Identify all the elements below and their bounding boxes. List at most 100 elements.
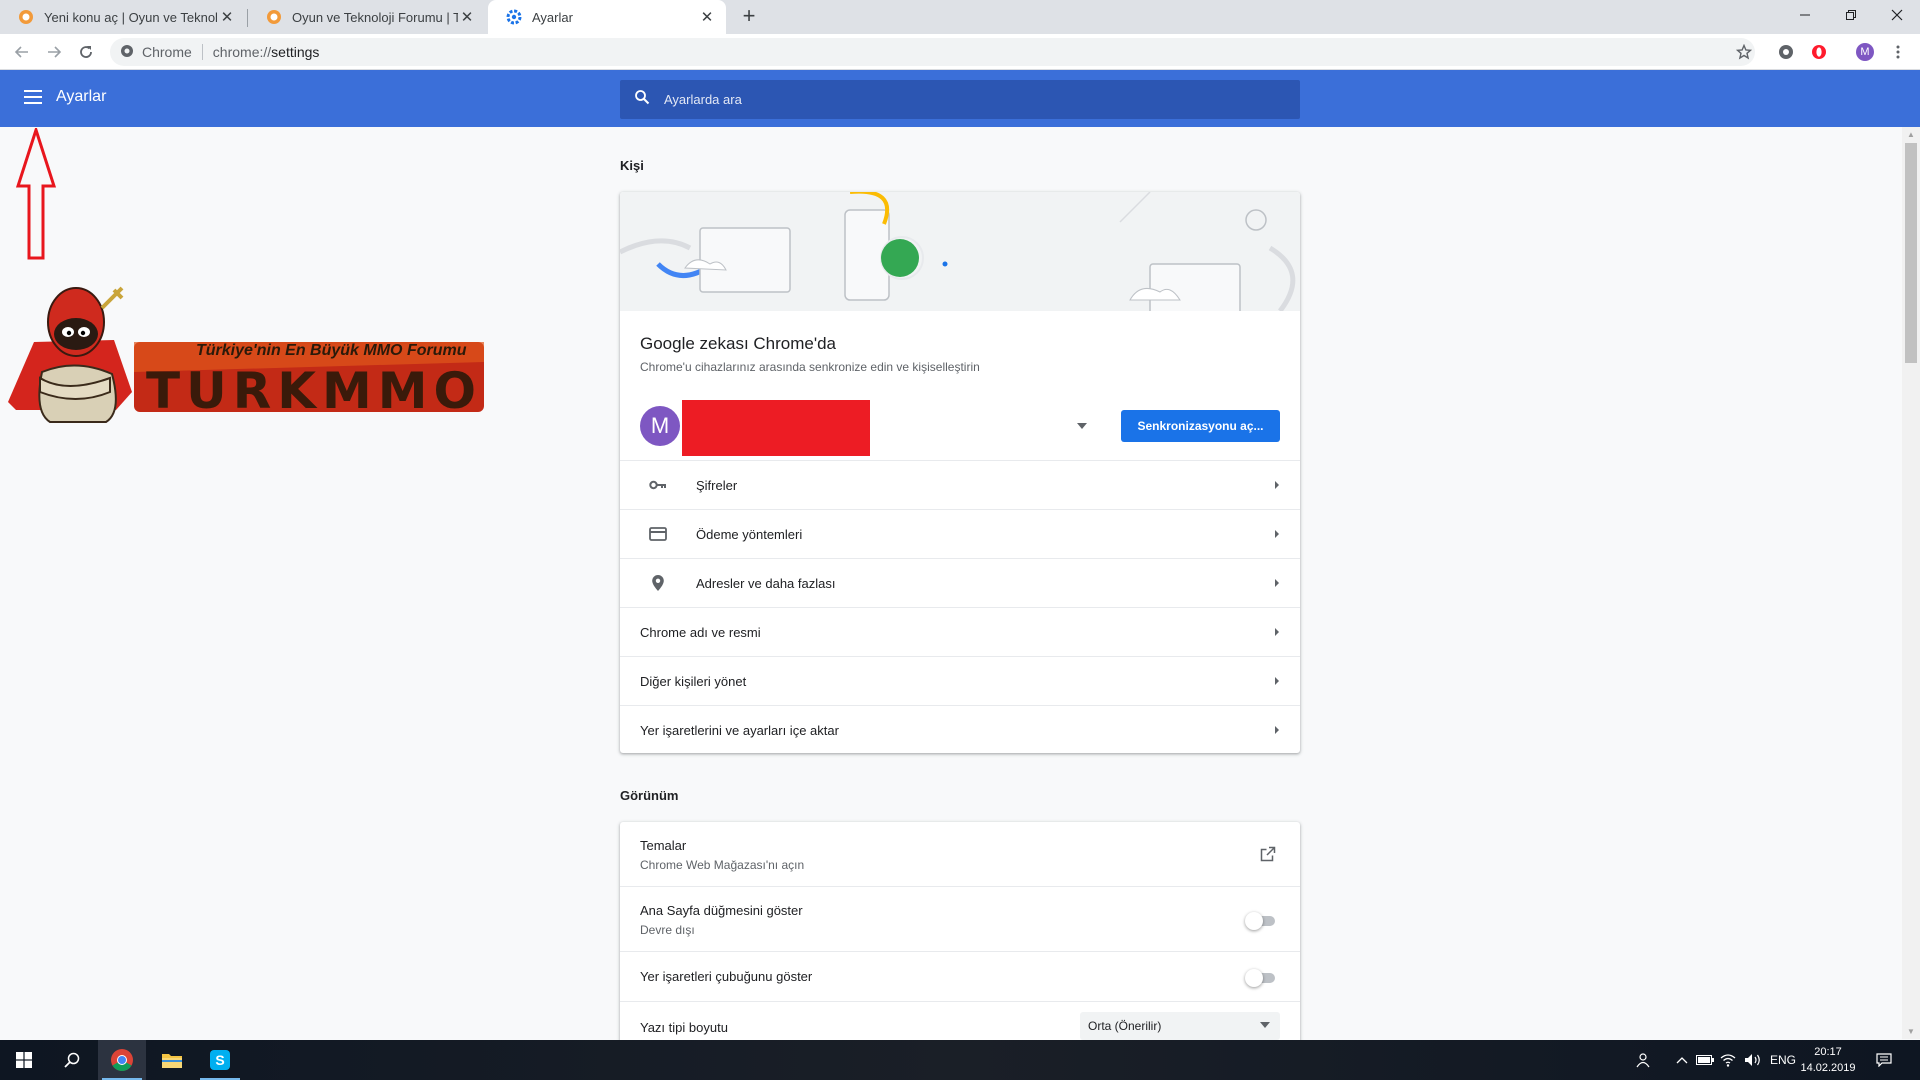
tab-title: Ayarlar bbox=[532, 9, 573, 25]
chevron-right-icon bbox=[1275, 579, 1279, 587]
settings-search-box[interactable] bbox=[620, 80, 1300, 119]
section-title-appearance: Görünüm bbox=[620, 788, 679, 803]
url-path: settings bbox=[271, 44, 320, 60]
appearance-card: Temalar Chrome Web Mağazası'nı açın Ana … bbox=[620, 822, 1300, 1052]
account-row: M Senkronizasyonu aç... bbox=[620, 400, 1300, 456]
account-dropdown-caret-icon[interactable] bbox=[1074, 418, 1090, 434]
sync-promo-subtitle: Chrome'u cihazlarınız arasında senkroniz… bbox=[640, 360, 980, 374]
row-addresses[interactable]: Adresler ve daha fazlası bbox=[620, 558, 1300, 607]
input-language[interactable]: ENG bbox=[1770, 1040, 1796, 1080]
chevron-right-icon bbox=[1275, 677, 1279, 685]
row-bookmarks-bar[interactable]: Yer işaretleri çubuğunu göster bbox=[620, 951, 1300, 1001]
row-payment-methods[interactable]: Ödeme yöntemleri bbox=[620, 509, 1300, 558]
tab-settings[interactable]: Ayarlar ✕ bbox=[488, 0, 726, 34]
clock-date: 14.02.2019 bbox=[1800, 1062, 1856, 1074]
chevron-down-icon bbox=[1260, 1022, 1270, 1028]
tab-close-icon[interactable]: ✕ bbox=[218, 8, 236, 26]
extension-icon[interactable] bbox=[1776, 42, 1796, 62]
annotation-up-arrow-icon bbox=[15, 125, 57, 267]
page-title: Ayarlar bbox=[56, 88, 107, 105]
scroll-down-icon[interactable]: ▼ bbox=[1907, 1027, 1915, 1036]
row-import-bookmarks[interactable]: Yer işaretlerini ve ayarları içe aktar bbox=[620, 705, 1300, 754]
row-label: Yer işaretlerini ve ayarları içe aktar bbox=[640, 722, 839, 738]
tab-forum[interactable]: Oyun ve Teknoloji Forumu | Turk ✕ bbox=[248, 0, 486, 34]
tab-strip: Yeni konu aç | Oyun ve Teknoloji ✕ Oyun … bbox=[0, 0, 1920, 34]
sync-promo-heading: Google zekası Chrome'da bbox=[640, 334, 837, 353]
taskbar-skype-icon[interactable]: S bbox=[196, 1040, 244, 1080]
secure-chip-label: Chrome bbox=[142, 44, 203, 60]
volume-icon[interactable] bbox=[1744, 1040, 1762, 1080]
turkmmo-favicon-icon bbox=[266, 9, 282, 25]
credit-card-icon bbox=[648, 524, 668, 544]
tab-close-icon[interactable]: ✕ bbox=[698, 8, 716, 26]
taskbar-search-icon[interactable] bbox=[48, 1040, 96, 1080]
row-chrome-name-picture[interactable]: Chrome adı ve resmi bbox=[620, 607, 1300, 656]
settings-header: Ayarlar bbox=[0, 70, 1920, 127]
key-icon bbox=[648, 475, 668, 495]
tray-overflow-chevron-icon[interactable] bbox=[1676, 1040, 1688, 1080]
back-arrow-icon[interactable] bbox=[10, 40, 34, 64]
themes-title: Temalar bbox=[640, 838, 687, 853]
more-menu-icon[interactable] bbox=[1888, 42, 1908, 62]
scrollbar-thumb[interactable] bbox=[1905, 143, 1917, 363]
wifi-icon[interactable] bbox=[1720, 1040, 1736, 1080]
font-size-select[interactable]: Orta (Önerilir) bbox=[1080, 1012, 1280, 1040]
tab-new-topic[interactable]: Yeni konu aç | Oyun ve Teknoloji ✕ bbox=[0, 0, 246, 34]
row-home-button[interactable]: Ana Sayfa düğmesini göster Devre dışı bbox=[620, 886, 1300, 951]
chrome-page-icon bbox=[120, 44, 134, 61]
url-text[interactable]: chrome://settings bbox=[213, 44, 320, 60]
open-external-icon[interactable] bbox=[1260, 846, 1276, 865]
reload-icon[interactable] bbox=[74, 40, 98, 64]
account-avatar-letter: M bbox=[650, 413, 670, 438]
tab-title: Yeni konu aç | Oyun ve Teknoloji bbox=[44, 9, 218, 25]
action-center-icon[interactable] bbox=[1876, 1040, 1892, 1080]
windows-taskbar: S ENG 20:17 14.02.2019 bbox=[0, 1040, 1920, 1080]
hamburger-menu-icon[interactable] bbox=[24, 90, 42, 106]
profile-avatar[interactable]: M bbox=[1855, 42, 1875, 62]
turn-on-sync-button[interactable]: Senkronizasyonu aç... bbox=[1121, 410, 1280, 442]
close-window-icon[interactable] bbox=[1874, 0, 1920, 30]
home-button-status: Devre dışı bbox=[640, 923, 695, 937]
chevron-right-icon bbox=[1275, 628, 1279, 636]
bookmarks-bar-toggle[interactable] bbox=[1245, 968, 1275, 987]
restore-icon[interactable] bbox=[1828, 0, 1874, 30]
row-label: Şifreler bbox=[696, 477, 738, 493]
system-clock[interactable]: 20:17 14.02.2019 bbox=[1796, 1044, 1860, 1076]
bookmark-star-icon[interactable] bbox=[1734, 42, 1754, 62]
forward-arrow-icon[interactable] bbox=[42, 40, 66, 64]
chevron-right-icon bbox=[1275, 481, 1279, 489]
battery-icon[interactable] bbox=[1696, 1040, 1714, 1080]
person-card: Google zekası Chrome'da Chrome'u cihazla… bbox=[620, 192, 1300, 753]
turkmmo-logo: Türkiye'nin En Büyük MMO Forumu TURKMMO bbox=[6, 282, 486, 432]
section-title-person: Kişi bbox=[620, 158, 644, 173]
taskbar-chrome-icon[interactable] bbox=[98, 1040, 146, 1080]
settings-search-input[interactable] bbox=[664, 92, 1264, 107]
opera-extension-icon[interactable] bbox=[1809, 42, 1829, 62]
row-label: Diğer kişileri yönet bbox=[640, 673, 747, 689]
new-tab-plus-icon[interactable]: + bbox=[738, 5, 760, 28]
address-bar[interactable]: Chrome chrome://settings bbox=[110, 38, 1755, 66]
page-scrollbar[interactable]: ▲ ▼ bbox=[1902, 127, 1920, 1039]
row-passwords[interactable]: Şifreler bbox=[620, 460, 1300, 509]
tab-close-icon[interactable]: ✕ bbox=[458, 8, 476, 26]
row-manage-people[interactable]: Diğer kişileri yönet bbox=[620, 656, 1300, 705]
redacted-account-name bbox=[682, 400, 870, 456]
settings-gear-icon bbox=[506, 9, 522, 25]
scroll-up-icon[interactable]: ▲ bbox=[1907, 130, 1915, 139]
browser-toolbar: Chrome chrome://settings M bbox=[0, 34, 1920, 70]
logo-tagline: Türkiye'nin En Büyük MMO Forumu bbox=[196, 342, 467, 359]
font-size-value: Orta (Önerilir) bbox=[1088, 1019, 1162, 1033]
account-avatar: M bbox=[640, 406, 680, 446]
bookmarks-bar-title: Yer işaretleri çubuğunu göster bbox=[640, 969, 813, 984]
clock-time: 20:17 bbox=[1814, 1046, 1842, 1058]
people-icon[interactable] bbox=[1636, 1040, 1652, 1080]
home-button-toggle[interactable] bbox=[1245, 911, 1275, 930]
taskbar-file-explorer-icon[interactable] bbox=[148, 1040, 196, 1080]
minimize-icon[interactable] bbox=[1782, 0, 1828, 30]
search-icon bbox=[634, 89, 650, 110]
svg-text:S: S bbox=[215, 1052, 224, 1068]
row-themes[interactable]: Temalar Chrome Web Mağazası'nı açın bbox=[620, 822, 1300, 886]
logo-wordmark: TURKMMO bbox=[146, 362, 482, 420]
profile-letter: M bbox=[1860, 46, 1870, 58]
windows-start-icon[interactable] bbox=[0, 1040, 48, 1080]
